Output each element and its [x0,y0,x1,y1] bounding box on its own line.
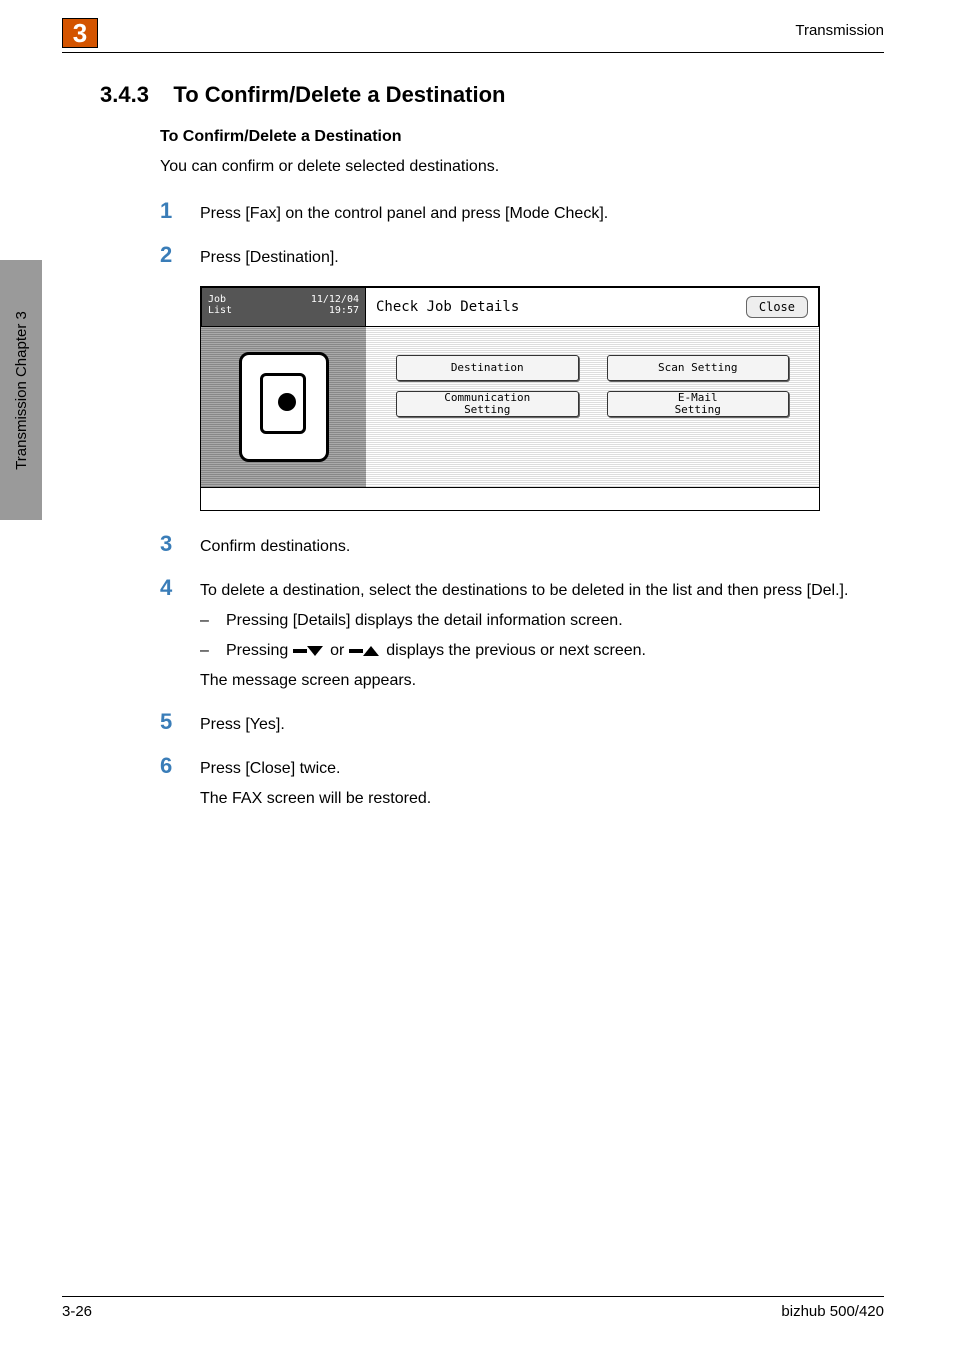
bullet-text: Pressing [Details] displays the detail i… [226,609,623,633]
close-button[interactable]: Close [746,296,808,318]
side-tab-label: Transmission Chapter 3 [13,311,30,470]
step-text: Confirm destinations. [200,531,350,559]
device-screen: JobList 11/12/0419:57 Check Job Details … [200,286,820,511]
step-4: 4 To delete a destination, select the de… [160,575,884,693]
bullet-dash: – [200,639,226,663]
model-name: bizhub 500/420 [781,1303,884,1320]
step-2: 2 Press [Destination]. [160,242,884,270]
section-number: 3.4.3 [100,82,149,107]
step-sub: The message screen appears. [200,669,848,693]
step-sub: The FAX screen will be restored. [200,787,431,811]
job-list-button[interactable]: JobList 11/12/0419:57 [201,287,366,327]
step-num: 1 [160,198,200,224]
step-5: 5 Press [Yes]. [160,709,884,737]
step-num: 4 [160,575,200,601]
step-text: Press [Destination]. [200,242,339,270]
bullet-text: Pressing or displays the previous or nex… [226,639,646,663]
step-text: Press [Fax] on the control panel and pre… [200,198,608,226]
step-3: 3 Confirm destinations. [160,531,884,559]
arrow-up-icon [363,646,379,656]
step-num: 3 [160,531,200,557]
header-section-title: Transmission [795,22,884,39]
screen-footer-bar [201,487,819,509]
arrow-down-icon [293,649,307,653]
section-heading: 3.4.3 To Confirm/Delete a Destination [100,82,884,108]
header-rule [62,52,884,53]
intro-text: You can confirm or delete selected desti… [160,156,884,178]
side-tab: Transmission Chapter 3 [0,260,42,520]
chapter-badge: 3 [62,18,98,48]
arrow-down-icon [307,646,323,656]
screen-preview-panel [201,327,366,487]
step-text: Press [Yes]. [200,709,285,737]
step-text: Press [Close] twice. The FAX screen will… [200,753,431,811]
arrow-up-icon [349,649,363,653]
step-1: 1 Press [Fax] on the control panel and p… [160,198,884,226]
bullet-dash: – [200,609,226,633]
document-icon [239,352,329,462]
screen-title: Check Job Details [376,299,519,315]
destination-button[interactable]: Destination [396,355,579,381]
screen-button-panel: Destination Scan Setting CommunicationSe… [366,327,819,487]
step-6: 6 Press [Close] twice. The FAX screen wi… [160,753,884,811]
step-num: 5 [160,709,200,735]
job-list-label: JobList [208,294,232,316]
page-number: 3-26 [62,1303,92,1320]
step-num: 2 [160,242,200,268]
section-title: To Confirm/Delete a Destination [173,82,505,107]
job-list-datetime: 11/12/0419:57 [311,294,359,316]
email-setting-button[interactable]: E-MailSetting [607,391,790,417]
step-num: 6 [160,753,200,779]
sub-heading: To Confirm/Delete a Destination [160,128,884,146]
scan-setting-button[interactable]: Scan Setting [607,355,790,381]
step-text: To delete a destination, select the dest… [200,575,848,693]
screen-title-bar: Check Job Details Close [366,287,819,327]
page-footer: 3-26 bizhub 500/420 [62,1296,884,1320]
communication-setting-button[interactable]: CommunicationSetting [396,391,579,417]
